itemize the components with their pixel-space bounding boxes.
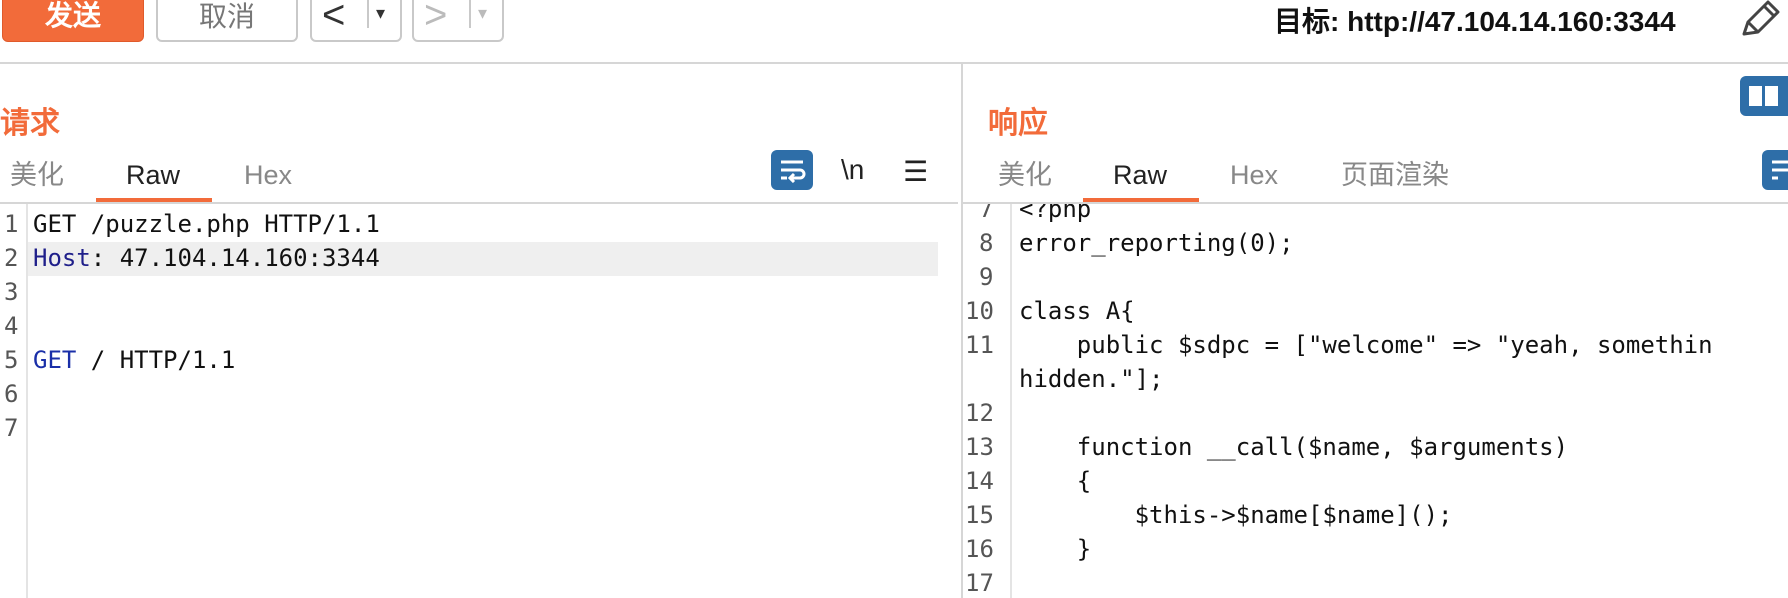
forward-arrow-icon: > — [424, 0, 448, 37]
code-line: class A{ — [1019, 297, 1135, 325]
back-dropdown-icon[interactable]: ▾ — [376, 0, 385, 28]
line-number: 7 — [979, 204, 994, 223]
code-line: } — [1019, 535, 1092, 563]
line-number: 13 — [965, 433, 994, 461]
header-value: : 47.104.14.160:3344 — [90, 244, 380, 272]
target-label: 目标: http://47.104.14.160:3344 — [1274, 6, 1676, 37]
layout-toggle-icon[interactable] — [1740, 76, 1788, 116]
line-number: 12 — [965, 399, 994, 427]
response-title: 响应 — [988, 107, 1048, 140]
code-line: GET / HTTP/1.1 — [33, 343, 235, 377]
response-tab-render[interactable]: 页面渲染 — [1341, 148, 1449, 202]
code-line: $this->$name[$name](); — [1019, 501, 1453, 529]
wrap-lines-icon[interactable] — [771, 150, 813, 190]
code-line: { — [1019, 467, 1092, 495]
forward-dropdown-icon[interactable]: ▾ — [478, 0, 487, 28]
cancel-button[interactable]: 取消 — [156, 0, 298, 42]
line-number: 14 — [965, 467, 994, 495]
line-number: 2 — [4, 244, 19, 272]
line-number: 4 — [4, 312, 19, 340]
line-number: 15 — [965, 501, 994, 529]
line-number: 10 — [965, 297, 994, 325]
request-tabs: 美化 Raw Hex — [0, 148, 958, 202]
line-number: 6 — [4, 380, 19, 408]
back-button[interactable]: < ▾ — [310, 0, 402, 42]
code-line: function __call($name, $arguments) — [1019, 433, 1569, 461]
code-line-wrapped: hidden."]; — [1019, 365, 1164, 393]
code-line: Host: 47.104.14.160:3344 — [33, 241, 380, 275]
menu-icon[interactable]: ☰ — [903, 152, 928, 192]
code-line: GET /puzzle.php HTTP/1.1 — [33, 210, 380, 238]
edit-target-pencil-icon[interactable] — [1738, 0, 1782, 40]
line-number: 1 — [4, 210, 19, 238]
line-number: 3 — [4, 278, 19, 306]
line-number: 9 — [979, 263, 994, 291]
response-tab-pretty[interactable]: 美化 — [998, 148, 1052, 202]
line-number: 17 — [965, 569, 994, 597]
line-number: 11 — [965, 331, 994, 359]
line-number: 5 — [4, 346, 19, 374]
request-tab-raw[interactable]: Raw — [126, 148, 180, 202]
response-wrap-lines-icon[interactable] — [1762, 150, 1788, 190]
send-button[interactable]: 发送 — [2, 0, 144, 42]
request-tab-border — [0, 202, 958, 204]
response-tabs: 美化 Raw Hex 页面渲染 — [963, 148, 1788, 202]
back-arrow-icon: < — [322, 0, 346, 37]
request-line-rest: / HTTP/1.1 — [76, 346, 236, 374]
separator — [367, 0, 369, 28]
request-title: 请求 — [0, 107, 60, 140]
toolbar: 发送 取消 < ▾ > ▾ 目标: http://47.104.14.160:3… — [0, 0, 1788, 64]
code-line: <?php — [1019, 204, 1092, 223]
code-line: error_reporting(0); — [1019, 229, 1294, 257]
response-editor[interactable]: 7 <?php 8 error_reporting(0); 9 10 class… — [963, 204, 1788, 598]
response-tab-hex[interactable]: Hex — [1230, 148, 1278, 202]
forward-button[interactable]: > ▾ — [412, 0, 504, 42]
line-number: 7 — [4, 414, 19, 442]
request-tab-pretty[interactable]: 美化 — [10, 148, 64, 202]
line-number: 16 — [965, 535, 994, 563]
header-name: Host — [33, 244, 91, 272]
request-editor[interactable]: 1 GET /puzzle.php HTTP/1.1 2 Host: 47.10… — [0, 207, 958, 598]
response-tab-raw[interactable]: Raw — [1113, 148, 1167, 202]
separator — [469, 0, 471, 28]
code-line: public $sdpc = ["welcome" => "yeah, some… — [1019, 331, 1713, 359]
request-tab-hex[interactable]: Hex — [244, 148, 292, 202]
newline-toggle-icon[interactable]: \n — [841, 150, 864, 190]
line-number: 8 — [979, 229, 994, 257]
method-keyword: GET — [33, 346, 77, 374]
